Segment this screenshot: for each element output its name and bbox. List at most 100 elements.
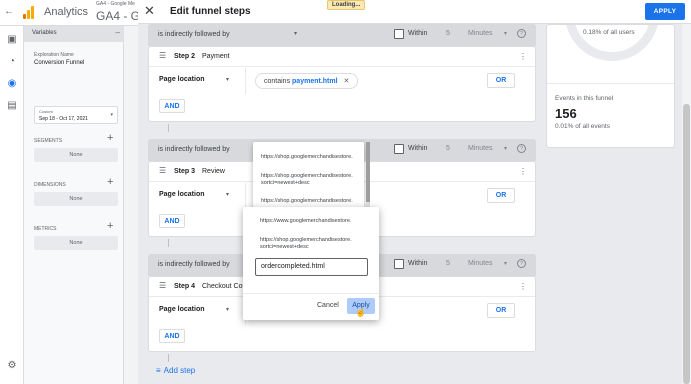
drag-handle-icon[interactable]: ☰ <box>159 281 166 290</box>
and-button[interactable]: AND <box>159 99 185 113</box>
drag-handle-icon[interactable]: ☰ <box>159 166 166 175</box>
add-step-icon: ≡ <box>156 366 161 375</box>
step-header: ☰ Step 2 Payment ⋮ <box>149 47 535 67</box>
suggestion-item-continued[interactable]: sortci=newest+desc <box>260 244 309 251</box>
or-button[interactable]: OR <box>487 188 515 203</box>
account-name[interactable]: GA4 - Google Me <box>96 1 135 7</box>
edit-funnel-drawer: ✕ Edit funnel steps Loading... APPLY is … <box>138 0 691 384</box>
close-icon[interactable]: ✕ <box>144 3 155 19</box>
within-unit-select[interactable]: Minutes <box>468 30 493 37</box>
divider <box>245 183 246 209</box>
metrics-none: None <box>34 236 118 250</box>
drag-handle-icon[interactable]: ☰ <box>159 51 166 60</box>
within-number[interactable]: 5 <box>446 30 450 37</box>
or-button[interactable]: OR <box>487 73 515 88</box>
add-dimension-plus-icon[interactable]: + <box>107 176 113 188</box>
chevron-down-icon: ▾ <box>226 307 230 313</box>
add-metric-plus-icon[interactable]: + <box>107 220 113 232</box>
home-icon[interactable]: ▣ <box>6 34 18 46</box>
chevron-down-icon: ▾ <box>504 261 508 267</box>
step-name[interactable]: Payment <box>202 53 230 60</box>
and-button[interactable]: AND <box>159 214 185 228</box>
help-icon[interactable]: ? <box>517 259 526 268</box>
funnel-summary-panel: 0.18% of all users Events in this funnel… <box>546 24 675 148</box>
step-number: Step 3 <box>174 168 196 175</box>
help-icon[interactable]: ? <box>517 29 526 38</box>
step-number: Step 2 <box>174 53 196 60</box>
condition-value: payment.html <box>292 78 338 85</box>
variables-header: Variables – <box>24 26 124 42</box>
segments-none: None <box>34 148 118 162</box>
value-input[interactable]: ordercompleted.html <box>255 258 368 276</box>
step-name[interactable]: Checkout Com <box>202 283 248 290</box>
apply-button[interactable]: APPLY <box>645 3 685 20</box>
suggestion-item[interactable]: https://shop.googlemerchandisestore. <box>260 237 352 244</box>
divider <box>245 68 246 94</box>
dimensions-title: DIMENSIONS <box>34 182 66 188</box>
scroll-thumb[interactable] <box>683 104 690 384</box>
dimensions-none: None <box>34 192 118 206</box>
explore-icon[interactable]: ◉ <box>6 78 18 90</box>
collapse-icon[interactable]: – <box>116 28 120 37</box>
variables-title: Variables <box>32 30 57 36</box>
more-vert-icon[interactable]: ⋮ <box>519 167 527 176</box>
step-connector <box>168 354 169 362</box>
divider <box>547 83 674 84</box>
analytics-logo-icon <box>22 5 36 19</box>
suggestion-scroll-thumb[interactable] <box>366 142 370 202</box>
condition-chip[interactable]: contains payment.html ✕ <box>255 73 359 89</box>
follow-type-select[interactable]: is indirectly followed by <box>158 261 230 268</box>
more-vert-icon[interactable]: ⋮ <box>519 282 527 291</box>
cancel-button[interactable]: Cancel <box>317 302 339 309</box>
follow-bar: is indirectly followed by ▾ Within 5 Min… <box>148 24 536 46</box>
events-label: Events in this funnel <box>555 95 614 102</box>
and-button[interactable]: AND <box>159 329 185 343</box>
within-number[interactable]: 5 <box>446 145 450 152</box>
condition-field[interactable]: Page location <box>159 191 205 198</box>
more-vert-icon[interactable]: ⋮ <box>519 52 527 61</box>
segments-title: SEGMENTS <box>34 138 63 144</box>
within-unit-select[interactable]: Minutes <box>468 260 493 267</box>
suggestion-item[interactable]: https://shop.googlemerchandisestore. <box>261 198 353 205</box>
step-name[interactable]: Review <box>202 168 225 175</box>
suggestion-item[interactable]: https://www.googlemerchandisestore. <box>260 218 351 225</box>
exploration-name-value[interactable]: Conversion Funnel <box>34 60 84 66</box>
help-icon[interactable]: ? <box>517 144 526 153</box>
chevron-down-icon: ▾ <box>110 112 113 118</box>
condition-field[interactable]: Page location <box>159 76 205 83</box>
reports-icon[interactable]: ◔ <box>6 56 18 68</box>
or-button[interactable]: OR <box>487 303 515 318</box>
chevron-down-icon: ▾ <box>504 31 508 37</box>
loading-indicator: Loading... <box>327 0 366 10</box>
within-checkbox[interactable] <box>394 29 404 39</box>
date-range-label: Custom <box>39 109 53 114</box>
suggestion-item[interactable]: https://shop.googlemerchandisestore. <box>261 154 353 161</box>
condition-field[interactable]: Page location <box>159 306 205 313</box>
within-checkbox[interactable] <box>394 259 404 269</box>
settings-gear-icon[interactable]: ⚙ <box>6 360 18 372</box>
add-step-button[interactable]: ≡ Add step <box>156 366 198 375</box>
follow-type-select[interactable]: is indirectly followed by <box>158 146 230 153</box>
add-step-label: Add step <box>163 366 196 375</box>
condition-row: Page location ▾ contains payment.html ✕ O… <box>149 68 535 94</box>
chevron-down-icon: ▾ <box>294 31 298 37</box>
within-checkbox[interactable] <box>394 144 404 154</box>
suggestion-item[interactable]: https://shop.googlemerchandisestore. <box>261 173 353 180</box>
within-unit-select[interactable]: Minutes <box>468 145 493 152</box>
follow-type-select[interactable]: is indirectly followed by <box>158 31 230 38</box>
condition-operator: contains <box>264 78 291 85</box>
events-value: 156 <box>555 106 577 121</box>
chevron-down-icon: ▾ <box>226 77 230 83</box>
advertising-icon[interactable]: ▤ <box>6 100 18 112</box>
within-number[interactable]: 5 <box>446 260 450 267</box>
add-segment-plus-icon[interactable]: + <box>107 132 113 144</box>
back-arrow-icon[interactable]: ← <box>4 6 14 17</box>
suggestion-item-continued[interactable]: sortci=newest+desc <box>261 180 310 187</box>
step-card-payment: ☰ Step 2 Payment ⋮ Page location ▾ conta… <box>148 46 536 122</box>
events-percent: 0.01% of all events <box>555 123 610 130</box>
mouse-cursor-icon: ☝ <box>355 307 367 317</box>
remove-chip-close-icon[interactable]: ✕ <box>344 78 350 85</box>
within-label: Within <box>408 260 428 267</box>
date-range-picker[interactable]: Custom Sep 18 - Oct 17, 2021 ▾ <box>34 106 118 124</box>
drawer-scrollbar[interactable] <box>682 24 691 384</box>
